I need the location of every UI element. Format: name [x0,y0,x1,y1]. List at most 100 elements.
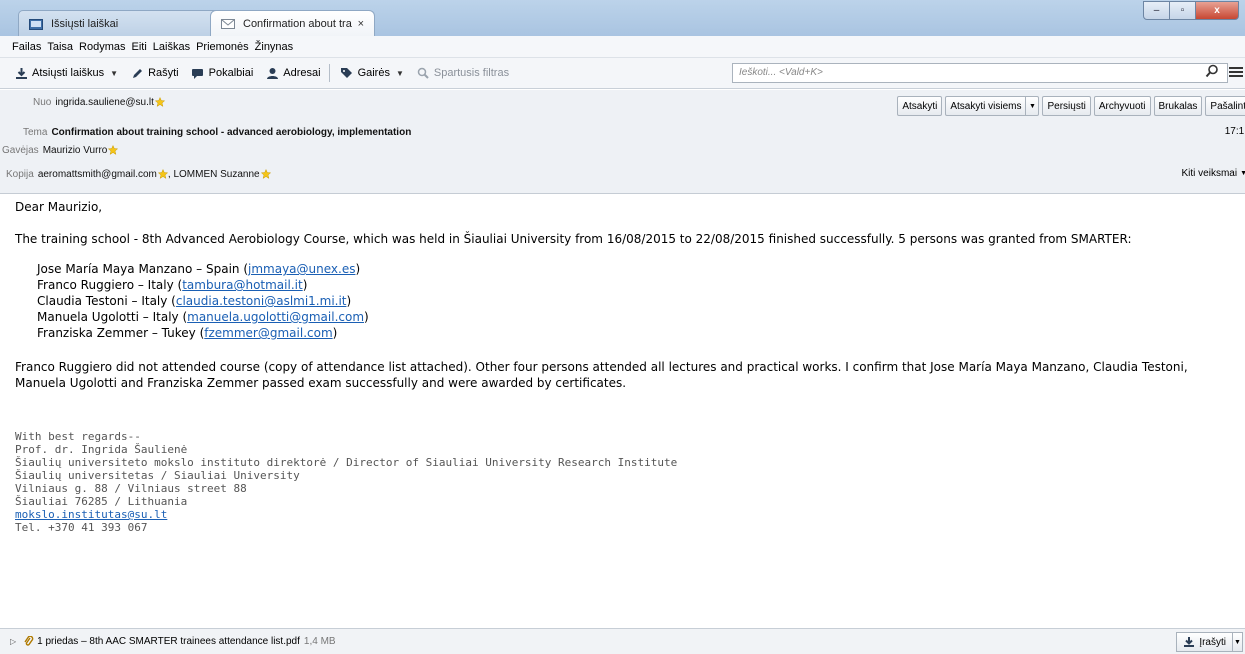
close-tab-icon[interactable]: × [358,18,364,30]
envelope-icon [221,18,235,29]
signature-line: Šiauliai 76285 / Lithuania [15,495,188,508]
chevron-down-icon[interactable]: ▼ [1232,633,1242,651]
reply-all-label: Atsakyti visiems [950,100,1022,112]
toolbar: Atsiųsti laiškus ▼ Rašyti Pokalbiai Adre… [0,58,1245,89]
other-actions-button[interactable]: Kiti veiksmai ▼ [1181,168,1245,179]
other-actions-label: Kiti veiksmai [1181,168,1238,179]
list-item: Claudia Testoni – Italy (claudia.testoni… [37,293,1240,309]
paren: ) [302,278,308,292]
menu-bar: Failas Taisa Rodymas Eiti Laiškas Priemo… [0,36,1245,58]
cc-value-2[interactable]: LOMMEN Suzanne [173,169,259,180]
paren: ) [364,310,369,324]
paperclip-icon [24,635,34,646]
write-label: Rašyti [148,67,179,79]
list-item: Franziska Zemmer – Tukey (fzemmer@gmail.… [37,325,1240,341]
address-book-button[interactable]: Adresai [265,67,321,80]
greeting: Dear Maurizio, [15,200,103,214]
signature-email-link[interactable]: mokslo.institutas@su.lt [15,508,167,521]
signature-line: Prof. dr. Ingrida Šaulienė [15,443,188,456]
quick-filter-label: Spartusis filtras [433,67,510,79]
list-item: Jose María Maya Manzano – Spain (jmmaya@… [37,261,1240,277]
tab-label: Confirmation about traini... [243,17,352,30]
forward-button[interactable]: Persiųsti [1042,96,1091,116]
attachment-name[interactable]: 1 priedas – 8th AAC SMARTER trainees att… [37,636,300,647]
reply-all-button[interactable]: Atsakyti visiems ▼ [945,96,1040,116]
paragraph-2: Franco Ruggiero did not attended course … [15,360,1188,390]
get-mail-label: Atsiųsti laiškus [32,67,105,79]
menu-edit[interactable]: Taisa [47,41,73,53]
from-value[interactable]: ingrida.sauliene@su.lt [55,97,154,108]
chat-label: Pokalbiai [208,67,254,79]
to-label: Gavėjas [2,144,39,156]
maximize-button[interactable]: ▫ [1169,1,1196,20]
chat-button[interactable]: Pokalbiai [191,67,254,80]
email-link[interactable]: tambura@hotmail.it [182,278,302,292]
chat-icon [191,67,205,80]
message-headers: Nuo ingrida.sauliene@su.lt Tema Confirma… [0,90,1245,194]
toolbar-separator [328,64,330,82]
email-link[interactable]: jmmaya@unex.es [248,262,355,276]
cc-row: Kopija aeromattsmith@gmail.com , LOMMEN … [6,164,271,184]
email-link[interactable]: fzemmer@gmail.com [204,326,332,340]
paren: ) [355,262,361,276]
search-input[interactable]: Ieškoti... <Vald+K> [732,63,1228,83]
menu-view[interactable]: Rodymas [79,41,125,53]
save-attachment-button[interactable]: Įrašyti ▼ [1176,632,1243,652]
download-icon [14,67,28,80]
minimize-button[interactable]: – [1143,1,1170,20]
archive-button[interactable]: Archyvuoti [1093,96,1151,116]
menu-go[interactable]: Eiti [132,41,147,53]
menu-file[interactable]: Failas [12,41,41,53]
star-icon[interactable] [154,97,165,107]
email-link[interactable]: claudia.testoni@aslmi1.mi.it [176,294,347,308]
chevron-down-icon[interactable]: ▼ [110,69,118,78]
window-close-button[interactable]: x [1195,1,1239,20]
write-button[interactable]: Rašyti [130,67,179,80]
from-row: Nuo ingrida.sauliene@su.lt [33,92,165,112]
tab-sent-mail[interactable]: Išsiųsti laiškai [18,10,223,36]
person-name: Jose María Maya Manzano – Spain ( [37,262,249,276]
menu-tools[interactable]: Priemonės [196,41,249,53]
hamburger-menu-icon[interactable] [1229,66,1243,78]
email-link[interactable]: manuela.ugolotti@gmail.com [187,310,364,324]
signature-line: Šiaulių universitetas / Siauliai Univers… [15,469,300,482]
window-controls: – ▫ x [1143,1,1239,20]
star-icon[interactable] [260,169,271,179]
attachment-size: 1,4 MB [303,636,336,647]
pencil-icon [130,67,144,80]
chevron-down-icon[interactable]: ▼ [1025,97,1038,115]
menu-message[interactable]: Laiškas [153,41,190,53]
delete-button[interactable]: Pašalint [1205,96,1245,116]
reply-button[interactable]: Atsakyti [897,96,943,116]
paren: ) [332,326,338,340]
star-icon[interactable] [157,169,168,179]
contacts-icon [265,67,279,80]
message-time: 17:1! [1224,126,1245,137]
menu-help[interactable]: Žinynas [255,41,294,53]
tags-button[interactable]: Gairės ▼ [340,67,404,80]
list-item: Manuela Ugolotti – Italy (manuela.ugolot… [37,309,1240,325]
person-name: Franziska Zemmer – Tukey ( [37,326,205,340]
paragraph-1: The training school - 8th Advanced Aerob… [15,232,1132,246]
address-book-label: Adresai [283,67,321,79]
signature: With best regards-- Prof. dr. Ingrida Ša… [15,430,677,534]
star-icon[interactable] [108,145,119,155]
quick-filter-button[interactable]: Spartusis filtras [416,67,509,80]
attachment-bar: ▷ 1 priedas – 8th AAC SMARTER trainees a… [0,628,1245,654]
cc-value-1[interactable]: aeromattsmith@gmail.com [38,169,157,180]
save-label: Įrašyti [1199,636,1226,648]
tab-message[interactable]: Confirmation about traini... × [210,10,375,36]
subject-row: Tema Confirmation about training school … [23,122,411,142]
expand-triangle-icon[interactable]: ▷ [10,637,16,646]
junk-button[interactable]: Brukalas [1153,96,1203,116]
person-name: Manuela Ugolotti – Italy ( [37,310,188,324]
signature-line: With best regards-- [15,430,141,443]
to-row: Gavėjas Maurizio Vurro [2,140,119,160]
tags-label: Gairės [357,67,390,79]
chevron-down-icon: ▼ [395,68,404,78]
title-bar: Išsiųsti laiškai Confirmation about trai… [0,0,1245,36]
to-value[interactable]: Maurizio Vurro [43,145,108,156]
search-icon[interactable] [1205,64,1219,78]
subject-label: Tema [23,126,48,138]
get-mail-button[interactable]: Atsiųsti laiškus ▼ [14,67,118,80]
